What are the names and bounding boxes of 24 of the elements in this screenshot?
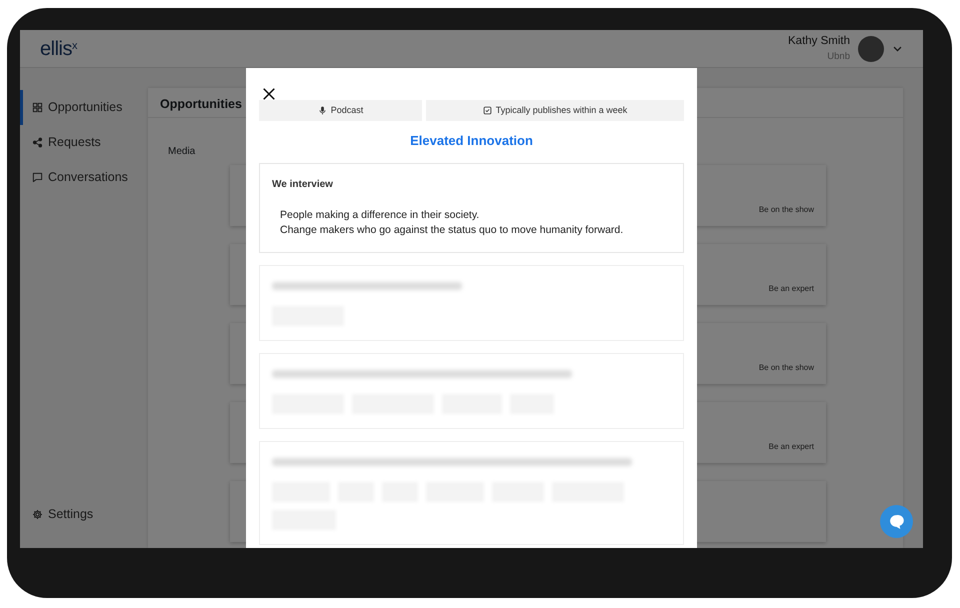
- logo[interactable]: ellis$^{x}$: [40, 34, 77, 64]
- avatar[interactable]: [858, 36, 884, 62]
- opportunity-type: Be on the show: [758, 204, 814, 216]
- chat-bubble-icon: [888, 513, 905, 530]
- settings-icon: [32, 509, 43, 520]
- description-line: People making a difference in their society.: [280, 208, 480, 222]
- section-label: Media: [168, 145, 196, 159]
- description-line: Change makers who go against the status quo to move humanity forward.: [280, 222, 624, 238]
- podcast-title: Elevated Innovation: [409, 132, 534, 150]
- panel-title: Opportunities: [160, 97, 242, 111]
- user-organization: Ubnb: [826, 50, 850, 64]
- microphone-icon: [318, 106, 327, 115]
- user-name: Kathy Smith: [788, 34, 850, 49]
- chat-bubble-icon: [32, 172, 43, 183]
- grid-icon: [32, 102, 43, 113]
- opportunity-type: Be an expert: [768, 441, 814, 453]
- opportunity-type: Be on the show: [758, 362, 814, 374]
- checkbox-icon: [482, 106, 492, 115]
- card-heading: We interview: [272, 178, 334, 192]
- close-icon: [262, 86, 276, 101]
- info-tag: Typically publishes within a week: [426, 100, 684, 121]
- share-icon: [32, 137, 43, 148]
- opportunity-type: Be an expert: [768, 283, 814, 295]
- info-tag: Podcast: [259, 100, 422, 121]
